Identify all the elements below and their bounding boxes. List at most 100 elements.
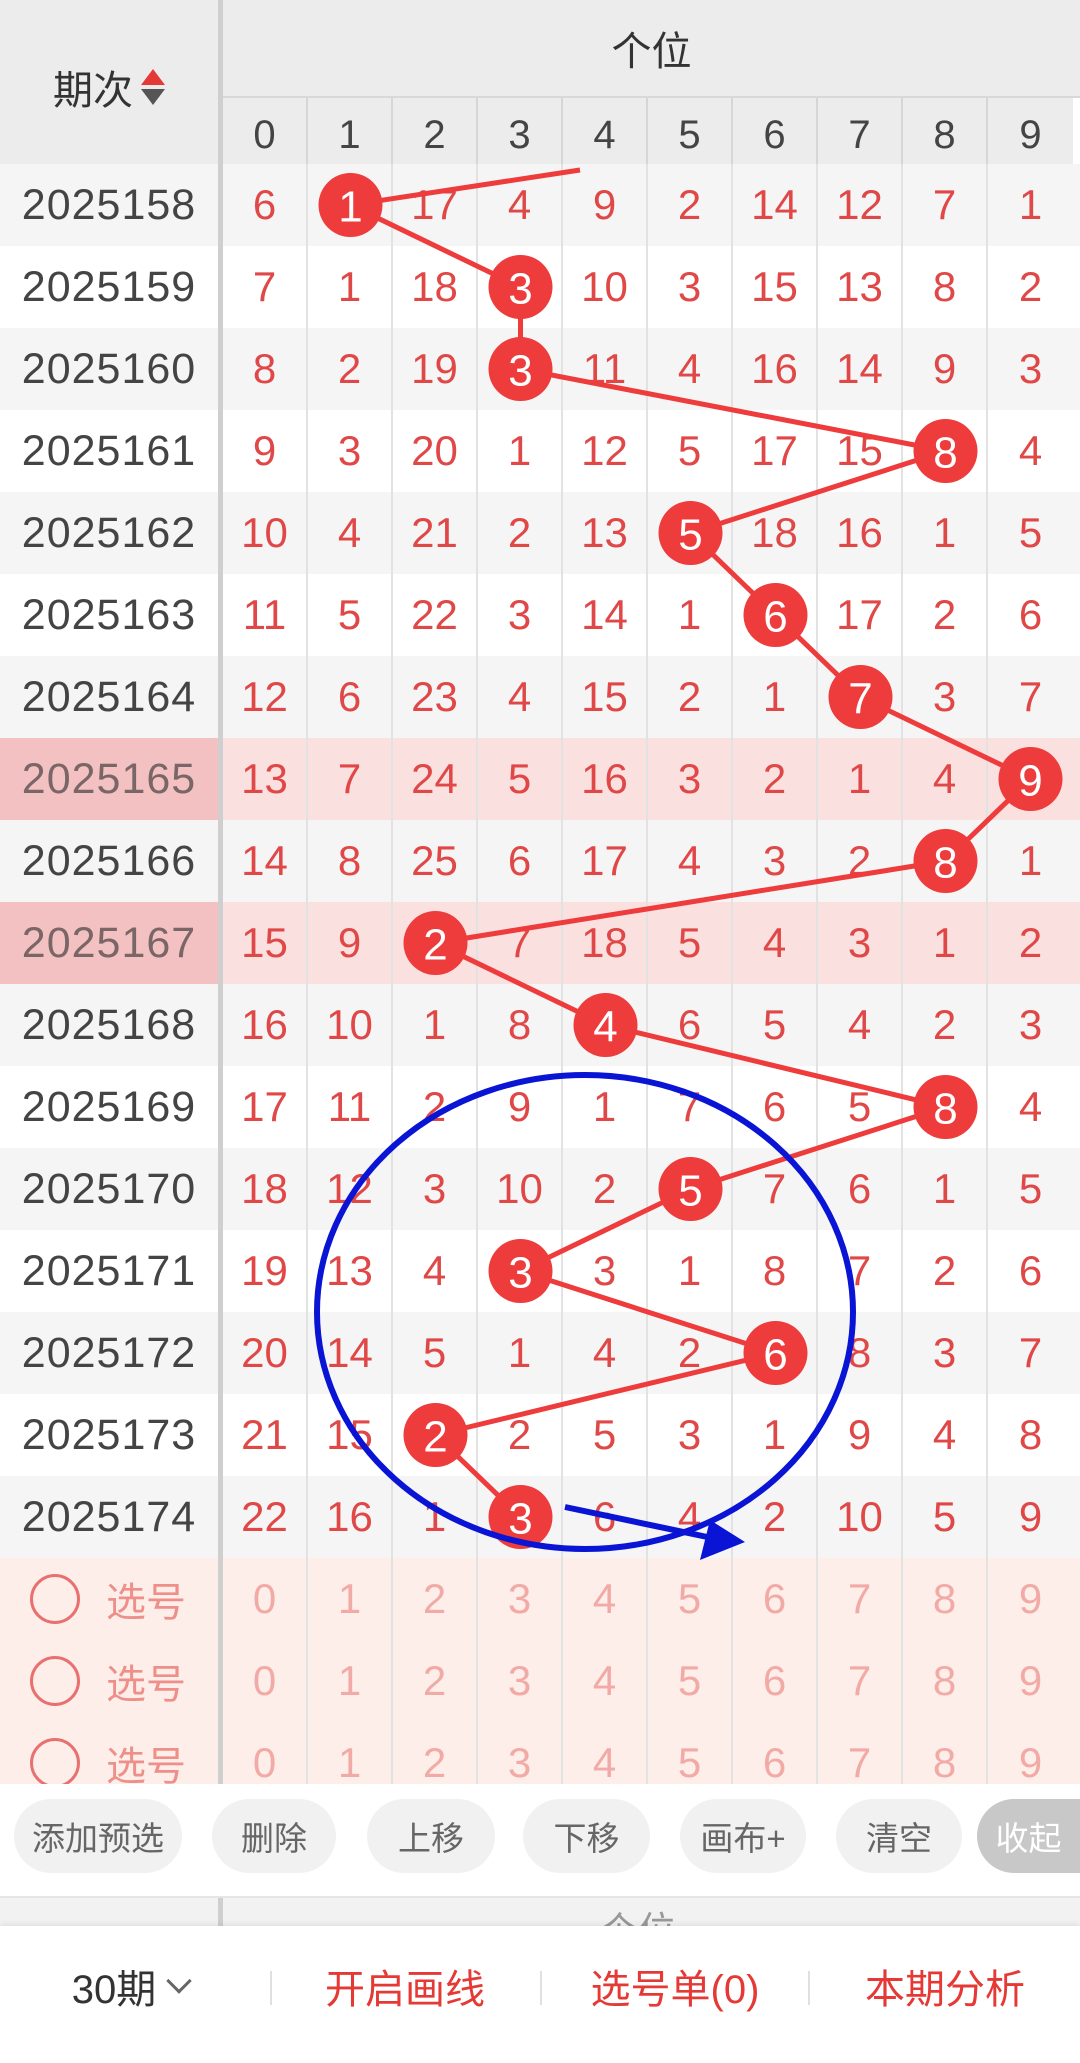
- table-row[interactable]: 2025171 19 13 4 3 3 1 8 7 2 6: [0, 1230, 1080, 1312]
- omission-cell: 14: [223, 820, 308, 902]
- omission-cell: 16: [223, 984, 308, 1066]
- radio-circle-icon[interactable]: [30, 1738, 80, 1788]
- pick-digit-cell[interactable]: 6: [733, 1558, 818, 1640]
- pick-digit-cell[interactable]: 2: [393, 1640, 478, 1722]
- omission-cell: 2: [308, 328, 393, 410]
- omission-cell: 14: [563, 574, 648, 656]
- pick-digit-cell[interactable]: 2: [393, 1558, 478, 1640]
- omission-cell: 7: [648, 1066, 733, 1148]
- move-up-button[interactable]: 上移: [367, 1799, 495, 1873]
- omission-cell: 4: [648, 820, 733, 902]
- omission-cell: 8: [1018, 1411, 1043, 1458]
- period-number: 2025162: [0, 492, 223, 574]
- table-row[interactable]: 2025172 20 14 5 1 4 2 6 8 3 7: [0, 1312, 1080, 1394]
- pick-digit-cell[interactable]: 4: [563, 1640, 648, 1722]
- table-row[interactable]: 2025165 13 7 24 5 16 3 2 1 4 9: [0, 738, 1080, 820]
- table-row[interactable]: 2025161 9 3 20 1 12 5 17 15 8 4: [0, 410, 1080, 492]
- pick-digit-cell[interactable]: 6: [733, 1640, 818, 1722]
- omission-cell: 11: [563, 328, 648, 410]
- omission-cell: 1: [393, 1476, 478, 1558]
- period-number: 2025163: [0, 574, 223, 656]
- canvas-plus-button[interactable]: 画布+: [680, 1799, 806, 1873]
- pick-list-button[interactable]: 选号单(0): [560, 1926, 790, 2046]
- pick-row-label[interactable]: 选号: [0, 1558, 223, 1640]
- pick-digit-cell[interactable]: 1: [308, 1640, 393, 1722]
- pick-digit-cell[interactable]: 3: [478, 1640, 563, 1722]
- omission-cell: 5: [478, 738, 563, 820]
- table-row[interactable]: 2025173 21 15 2 2 5 3 1 9 4 8: [0, 1394, 1080, 1476]
- pick-digit-cell[interactable]: 7: [818, 1640, 903, 1722]
- pick-digit-cell[interactable]: 9: [988, 1640, 1073, 1722]
- table-row[interactable]: 2025169 17 11 2 9 1 7 6 5 8 4: [0, 1066, 1080, 1148]
- pick-digit-cell[interactable]: 9: [988, 1558, 1073, 1640]
- omission-cell: 22: [223, 1476, 308, 1558]
- add-preselect-button[interactable]: 添加预选: [14, 1799, 182, 1873]
- sort-arrows-icon[interactable]: [141, 68, 165, 105]
- omission-cell: 3: [478, 1476, 563, 1558]
- pick-digit-cell[interactable]: 8: [903, 1640, 988, 1722]
- pick-digit-cell[interactable]: 7: [818, 1558, 903, 1640]
- omission-cell: 2: [903, 1230, 988, 1312]
- omission-cell: 6: [648, 984, 733, 1066]
- omission-cell: 5: [648, 1148, 733, 1230]
- omission-cell: 7: [903, 164, 988, 246]
- omission-cell: 1: [1018, 837, 1043, 884]
- table-row[interactable]: 2025170 18 12 3 10 2 5 7 6 1 5: [0, 1148, 1080, 1230]
- clear-button[interactable]: 清空: [836, 1799, 962, 1873]
- period-column-header[interactable]: 期次: [0, 0, 223, 173]
- omission-cell: 1: [733, 656, 818, 738]
- omission-cell: 18: [733, 492, 818, 574]
- omission-cell: 7: [818, 656, 903, 738]
- edit-toolbar: 添加预选 删除 上移 下移 画布+ 清空 收起: [0, 1784, 1080, 1896]
- omission-cell: 4: [478, 656, 563, 738]
- table-row[interactable]: 2025158 6 1 17 4 9 2 14 12 7 1: [0, 164, 1080, 246]
- pick-digit-cell[interactable]: 8: [903, 1558, 988, 1640]
- omission-cell: 18: [223, 1148, 308, 1230]
- radio-circle-icon[interactable]: [30, 1656, 80, 1706]
- omission-cell: 4: [903, 1394, 988, 1476]
- omission-cell: 2: [648, 1312, 733, 1394]
- pick-digit-cell[interactable]: 0: [223, 1640, 308, 1722]
- omission-cell: 8: [903, 820, 988, 902]
- enable-draw-line-button[interactable]: 开启画线: [290, 1926, 520, 2046]
- table-row[interactable]: 2025167 15 9 2 7 18 5 4 3 1 2: [0, 902, 1080, 984]
- omission-cell: 16: [733, 328, 818, 410]
- table-row[interactable]: 2025159 7 1 18 3 10 3 15 13 8 2: [0, 246, 1080, 328]
- delete-button[interactable]: 删除: [212, 1799, 336, 1873]
- omission-cell: 10: [478, 1148, 563, 1230]
- collapse-button[interactable]: 收起: [977, 1799, 1080, 1873]
- units-group-header: 个位: [223, 0, 1080, 98]
- pick-digit-cell[interactable]: 4: [563, 1558, 648, 1640]
- omission-cell: 17: [818, 574, 903, 656]
- omission-cell: 3: [903, 656, 988, 738]
- radio-circle-icon[interactable]: [30, 1574, 80, 1624]
- omission-cell: 5: [903, 1476, 988, 1558]
- table-row[interactable]: 2025163 11 5 22 3 14 1 6 17 2 6: [0, 574, 1080, 656]
- table-row[interactable]: 2025166 14 8 25 6 17 4 3 2 8 1: [0, 820, 1080, 902]
- pick-digit-cell[interactable]: 5: [648, 1640, 733, 1722]
- omission-cell: 5: [733, 984, 818, 1066]
- omission-cell: 1: [478, 1312, 563, 1394]
- omission-cell: 1: [903, 1148, 988, 1230]
- period-analysis-button[interactable]: 本期分析: [830, 1926, 1060, 2046]
- table-row[interactable]: 2025168 16 10 1 8 4 6 5 4 2 3: [0, 984, 1080, 1066]
- table-row[interactable]: 2025174 22 16 1 3 6 4 2 10 5 9: [0, 1476, 1080, 1558]
- period-count-select[interactable]: 30期: [40, 1926, 220, 2046]
- omission-cell: 9: [478, 1066, 563, 1148]
- pick-digit-cell[interactable]: 5: [648, 1558, 733, 1640]
- omission-cell: 2: [393, 1066, 478, 1148]
- move-down-button[interactable]: 下移: [523, 1799, 650, 1873]
- table-row[interactable]: 2025160 8 2 19 3 11 4 16 14 9 3: [0, 328, 1080, 410]
- pick-digit-cell[interactable]: 3: [478, 1558, 563, 1640]
- period-number: 2025171: [0, 1230, 223, 1312]
- omission-cell: 14: [308, 1312, 393, 1394]
- pick-digit-cell[interactable]: 0: [223, 1558, 308, 1640]
- pick-row-label[interactable]: 选号: [0, 1640, 223, 1722]
- digit-header-3: 3: [478, 98, 563, 173]
- table-row[interactable]: 2025164 12 6 23 4 15 2 1 7 3 7: [0, 656, 1080, 738]
- omission-cell: 2: [478, 1394, 563, 1476]
- pick-digit-cell[interactable]: 1: [308, 1558, 393, 1640]
- omission-cell: 11: [308, 1066, 393, 1148]
- omission-cell: 3: [563, 1230, 648, 1312]
- table-row[interactable]: 2025162 10 4 21 2 13 5 18 16 1 5: [0, 492, 1080, 574]
